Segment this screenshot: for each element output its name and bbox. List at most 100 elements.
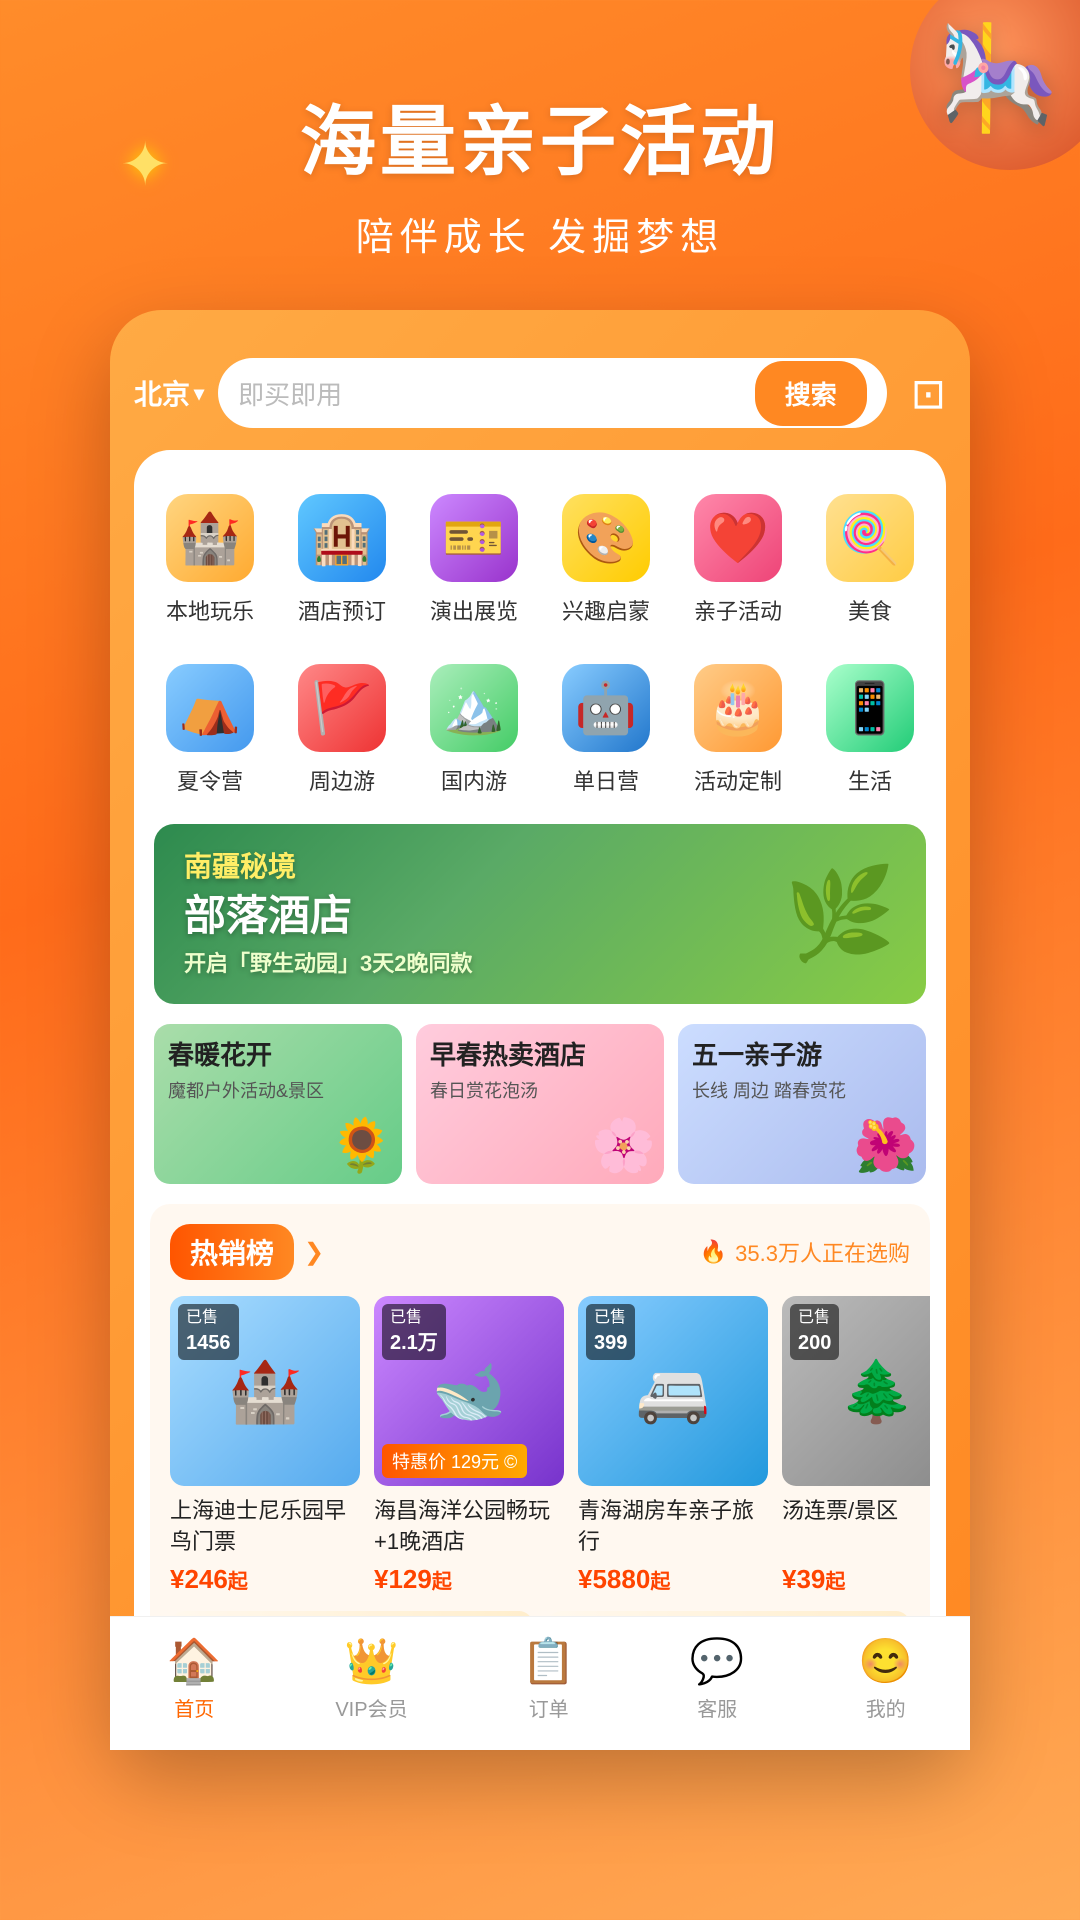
food-icon: 🍭 xyxy=(826,494,914,582)
nav-my-icon: 😊 xyxy=(858,1635,913,1687)
nav-home-label: 首页 xyxy=(174,1693,214,1722)
product-card-disney[interactable]: 🏰 已售 1456 上海迪士尼乐园早鸟门票 ¥246起 xyxy=(170,1296,360,1595)
mini-banner-spring-title: 春暖花开 xyxy=(168,1040,272,1071)
nav-service-icon: 💬 xyxy=(690,1635,745,1687)
product-img-qinghai: 🚐 已售 399 xyxy=(578,1296,768,1486)
banner-text: 南疆秘境 部落酒店 开启「野生动园」3天2晚同款 xyxy=(184,849,472,979)
summer-camp-icon: ⛺ xyxy=(166,664,254,752)
category-item-domestic[interactable]: 🏔️ 国内游 xyxy=(408,654,540,814)
content-card: 🏰 本地玩乐 🏨 酒店预订 🎫 演出展览 🎨 兴趣启蒙 ❤️ 亲子活动 🍭 xyxy=(134,450,946,1750)
sold-badge-haichang: 已售 2.1万 xyxy=(382,1304,446,1360)
mini-banners: 春暖花开 魔都户外活动&景区 🌻 早春热卖酒店 春日赏花泡汤 🌸 五一亲子游 长… xyxy=(134,1024,946,1204)
hero-subtitle: 陪伴成长 发掘梦想 xyxy=(0,206,1080,261)
product-card-haichang[interactable]: 🐋 已售 2.1万 特惠价 129元 © 海昌海洋公园畅玩+1晚酒店 ¥129起 xyxy=(374,1296,564,1595)
show-label: 演出展览 xyxy=(430,594,518,626)
sold-badge-soup: 已售 200 xyxy=(790,1304,839,1360)
interest-label: 兴趣启蒙 xyxy=(562,594,650,626)
special-price-tag: 特惠价 129元 © xyxy=(382,1444,527,1478)
product-card-soup[interactable]: 🌲 已售 200 汤连票/景区 ¥39起 xyxy=(782,1296,930,1595)
hot-sales-header: 热销榜 ❯ 🔥 35.3万人正在选购 xyxy=(150,1224,930,1296)
mini-banner-mayday[interactable]: 五一亲子游 长线 周边 踏春赏花 🌺 xyxy=(678,1024,926,1184)
search-button[interactable]: 搜索 xyxy=(755,361,867,426)
product-price-disney: ¥246起 xyxy=(170,1564,360,1595)
scan-icon[interactable]: ⊡ xyxy=(911,369,946,418)
category-item-local-fun[interactable]: 🏰 本地玩乐 xyxy=(144,484,276,644)
local-fun-icon: 🏰 xyxy=(166,494,254,582)
life-label: 生活 xyxy=(848,764,892,796)
hot-arrow-icon[interactable]: ❯ xyxy=(304,1238,324,1267)
sold-badge-disney: 已售 1456 xyxy=(178,1304,239,1360)
nav-item-my[interactable]: 😊 我的 xyxy=(858,1635,913,1722)
custom-icon: 🎂 xyxy=(694,664,782,752)
product-price-qinghai: ¥5880起 xyxy=(578,1564,768,1595)
sold-label-haichang: 已售 xyxy=(390,1307,438,1329)
custom-label: 活动定制 xyxy=(694,764,782,796)
life-icon: 📱 xyxy=(826,664,914,752)
product-img-disney: 🏰 已售 1456 xyxy=(170,1296,360,1486)
nav-my-label: 我的 xyxy=(866,1693,906,1722)
location-arrow-icon: ▾ xyxy=(194,381,204,406)
category-item-hotel[interactable]: 🏨 酒店预订 xyxy=(276,484,408,644)
category-grid-row1: 🏰 本地玩乐 🏨 酒店预订 🎫 演出展览 🎨 兴趣启蒙 ❤️ 亲子活动 🍭 xyxy=(134,484,946,644)
search-bar: 北京 ▾ 即买即用 搜索 ⊡ xyxy=(134,340,946,450)
nav-home-icon: 🏠 xyxy=(167,1635,222,1687)
product-img-soup: 🌲 已售 200 xyxy=(782,1296,930,1486)
hero-section: ✦ 海量亲子活动 陪伴成长 发掘梦想 xyxy=(0,0,1080,261)
hot-title-wrap: 热销榜 ❯ xyxy=(170,1224,324,1280)
sold-label-soup: 已售 xyxy=(798,1307,831,1329)
sold-count-qinghai: 399 xyxy=(594,1329,627,1357)
product-card-qinghai[interactable]: 🚐 已售 399 青海湖房车亲子旅行 ¥5880起 xyxy=(578,1296,768,1595)
hotel-label: 酒店预订 xyxy=(298,594,386,626)
nav-vip-icon: 👑 xyxy=(344,1635,399,1687)
hotel-icon: 🏨 xyxy=(298,494,386,582)
product-name-qinghai: 青海湖房车亲子旅行 xyxy=(578,1496,768,1558)
nav-item-orders[interactable]: 📋 订单 xyxy=(521,1635,576,1722)
category-item-parent[interactable]: ❤️ 亲子活动 xyxy=(672,484,804,644)
user-count-text: 35.3万人正在选购 xyxy=(735,1236,910,1268)
mini-banner-hotel-sub: 春日赏花泡汤 xyxy=(430,1077,538,1103)
search-input-wrapper: 即买即用 搜索 xyxy=(218,358,887,428)
product-name-haichang: 海昌海洋公园畅玩+1晚酒店 xyxy=(374,1496,564,1558)
sold-count-haichang: 2.1万 xyxy=(390,1329,438,1357)
hot-user-count: 🔥 35.3万人正在选购 xyxy=(700,1236,910,1268)
mini-banner-hotel[interactable]: 早春热卖酒店 春日赏花泡汤 🌸 xyxy=(416,1024,664,1184)
daycamp-label: 单日营 xyxy=(573,764,639,796)
domestic-icon: 🏔️ xyxy=(430,664,518,752)
category-item-custom[interactable]: 🎂 活动定制 xyxy=(672,654,804,814)
mini-banner-spring-deco: 🌻 xyxy=(329,1115,394,1176)
product-price-soup: ¥39起 xyxy=(782,1564,930,1595)
nav-item-vip[interactable]: 👑 VIP会员 xyxy=(335,1635,407,1722)
category-item-nearby[interactable]: 🚩 周边游 xyxy=(276,654,408,814)
mini-banner-spring[interactable]: 春暖花开 魔都户外活动&景区 🌻 xyxy=(154,1024,402,1184)
product-img-haichang: 🐋 已售 2.1万 特惠价 129元 © xyxy=(374,1296,564,1486)
nav-vip-label: VIP会员 xyxy=(335,1693,407,1722)
search-placeholder: 即买即用 xyxy=(238,375,755,412)
mini-banner-hotel-deco: 🌸 xyxy=(591,1115,656,1176)
main-banner[interactable]: 南疆秘境 部落酒店 开启「野生动园」3天2晚同款 🌿 xyxy=(154,824,926,1004)
mini-banner-mayday-deco: 🌺 xyxy=(853,1115,918,1176)
nearby-label: 周边游 xyxy=(309,764,375,796)
category-item-interest[interactable]: 🎨 兴趣启蒙 xyxy=(540,484,672,644)
hot-badge: 热销榜 xyxy=(170,1224,294,1280)
nav-service-label: 客服 xyxy=(697,1693,737,1722)
category-item-life[interactable]: 📱 生活 xyxy=(804,654,936,814)
category-item-summer-camp[interactable]: ⛺ 夏令营 xyxy=(144,654,276,814)
parent-label: 亲子活动 xyxy=(694,594,782,626)
location-button[interactable]: 北京 ▾ xyxy=(134,373,204,413)
sold-count-soup: 200 xyxy=(798,1329,831,1357)
product-name-soup: 汤连票/景区 xyxy=(782,1496,930,1558)
nav-item-service[interactable]: 💬 客服 xyxy=(690,1635,745,1722)
fire-icon: 🔥 xyxy=(700,1239,727,1265)
phone-mockup: 北京 ▾ 即买即用 搜索 ⊡ 🏰 本地玩乐 🏨 酒店预订 🎫 演出展览 xyxy=(110,310,970,1750)
sold-badge-qinghai: 已售 399 xyxy=(586,1304,635,1360)
nav-item-home[interactable]: 🏠 首页 xyxy=(167,1635,222,1722)
category-item-show[interactable]: 🎫 演出展览 xyxy=(408,484,540,644)
summer-camp-label: 夏令营 xyxy=(177,764,243,796)
products-scroll: 🏰 已售 1456 上海迪士尼乐园早鸟门票 ¥246起 🐋 已售 xyxy=(150,1296,930,1595)
category-item-food[interactable]: 🍭 美食 xyxy=(804,484,936,644)
location-text: 北京 xyxy=(134,373,190,413)
main-banner-section: 南疆秘境 部落酒店 开启「野生动园」3天2晚同款 🌿 xyxy=(134,824,946,1024)
show-icon: 🎫 xyxy=(430,494,518,582)
category-item-daycamp[interactable]: 🤖 单日营 xyxy=(540,654,672,814)
sold-label-qinghai: 已售 xyxy=(594,1307,627,1329)
